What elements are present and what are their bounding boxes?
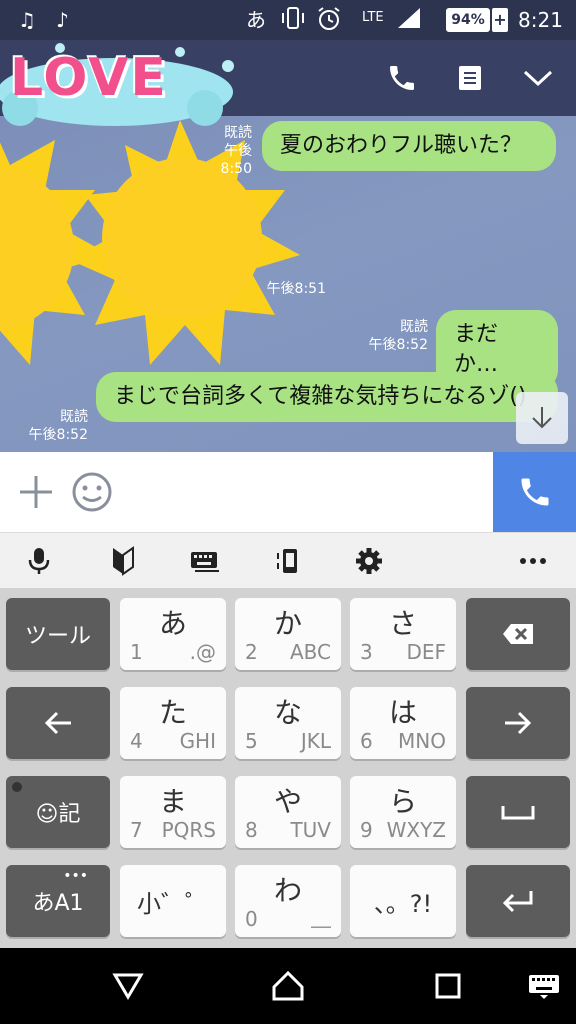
enter-key[interactable] xyxy=(466,865,570,937)
call-button[interactable] xyxy=(493,452,576,532)
arrow-left-icon xyxy=(44,711,71,735)
backspace-key[interactable] xyxy=(466,598,570,670)
navigation-bar xyxy=(0,948,576,1024)
emoji-symbol-key[interactable]: ☺記 xyxy=(6,776,110,848)
space-key[interactable] xyxy=(466,776,570,848)
scroll-down-button[interactable] xyxy=(516,392,568,444)
alarm-icon xyxy=(316,6,342,39)
battery-level: 94% xyxy=(446,8,490,32)
signal-icon xyxy=(396,6,422,37)
mode-key-label: あA1 xyxy=(32,891,84,916)
recents-icon[interactable] xyxy=(428,966,468,1006)
message-time: 午後8:52 xyxy=(368,337,428,353)
message-time: 午後8:52 xyxy=(28,427,88,443)
key-ta[interactable]: た 4 GHI xyxy=(120,687,226,759)
status-bar: ♫ ♪ あ LTE 94% + 8:21 xyxy=(0,0,576,40)
message-bubble[interactable]: まじで台詞多くて複雑な気持ちになるゾ() xyxy=(96,372,558,422)
ime-toolbar xyxy=(0,532,576,588)
message-meta: 既読 午後8:52 xyxy=(360,318,428,354)
chat-area[interactable]: 既読 午後8:50 夏のおわりフル聴いた？ 午後8:51 既読 午後8:52 ま… xyxy=(0,116,576,452)
tool-key-label: ツール xyxy=(24,624,91,649)
emoji-key-label: ☺記 xyxy=(35,802,81,827)
back-icon[interactable] xyxy=(108,966,148,1006)
left-arrow-key[interactable] xyxy=(6,687,110,759)
chevron-down-icon[interactable] xyxy=(518,58,558,98)
clock: 8:21 xyxy=(518,8,563,32)
message-meta: 既読 午後8:52 xyxy=(20,408,88,444)
backspace-icon xyxy=(503,624,533,644)
input-mode-key[interactable]: ••• あA1 xyxy=(6,865,110,937)
plus-icon[interactable] xyxy=(16,472,56,512)
key-a[interactable]: あ 1 .@ xyxy=(120,598,226,670)
love-text: LOVE xyxy=(10,48,168,108)
tool-key[interactable]: ツール xyxy=(6,598,110,670)
phone-icon xyxy=(521,478,548,506)
keyboard-icon[interactable] xyxy=(524,966,564,1006)
right-arrow-key[interactable] xyxy=(466,687,570,759)
sticker-message-time: 午後8:51 xyxy=(266,281,326,297)
key-ma[interactable]: ま 7 PQRS xyxy=(120,776,226,848)
shazam-icon: ♪ xyxy=(56,8,69,32)
network-type: LTE xyxy=(362,10,384,25)
charging-icon: + xyxy=(492,8,508,32)
phone-shake-icon[interactable] xyxy=(272,545,306,577)
key-ya[interactable]: や 8 TUV xyxy=(235,776,341,848)
key-punctuation[interactable]: 、。?! xyxy=(350,865,456,937)
enter-icon xyxy=(502,891,533,913)
read-receipt: 既読 xyxy=(60,409,88,425)
vibrate-icon xyxy=(280,6,306,37)
message-input-bar xyxy=(0,452,576,532)
key-ka[interactable]: か 2 ABC xyxy=(235,598,341,670)
more-icon[interactable] xyxy=(516,545,550,577)
arrow-right-icon xyxy=(505,711,532,735)
key-sa[interactable]: さ 3 DEF xyxy=(350,598,456,670)
key-dakuten[interactable]: 小゛゜ xyxy=(120,865,226,937)
phone-icon[interactable] xyxy=(382,58,422,98)
message-time: 午後8:50 xyxy=(220,143,252,177)
message-bubble[interactable]: 夏のおわりフル聴いた？ xyxy=(262,121,556,171)
microphone-icon[interactable] xyxy=(22,545,56,577)
gear-icon[interactable] xyxy=(352,545,386,577)
key-na[interactable]: な 5 JKL xyxy=(235,687,341,759)
read-receipt: 既読 xyxy=(400,319,428,335)
notes-icon[interactable] xyxy=(450,58,490,98)
ime-indicator: あ xyxy=(246,8,266,32)
key-wa[interactable]: わ 0 ＿ xyxy=(235,865,341,937)
key-ra[interactable]: ら 9 WXYZ xyxy=(350,776,456,848)
music-icon: ♫ xyxy=(18,8,36,32)
key-ha[interactable]: は 6 MNO xyxy=(350,687,456,759)
flick-keyboard: ツール ☺記 ••• あA1 あ 1 .@ か 2 ABC さ 3 DEF た … xyxy=(0,588,576,948)
space-icon xyxy=(501,806,535,820)
message-meta: 既読 午後8:50 xyxy=(196,124,252,178)
emoji-icon[interactable] xyxy=(70,470,114,514)
love-sticker: LOVE xyxy=(0,38,240,130)
beginner-mark-icon[interactable] xyxy=(106,545,140,577)
keyboard-switch-icon[interactable] xyxy=(188,545,222,577)
home-icon[interactable] xyxy=(268,966,308,1006)
arrow-down-icon xyxy=(532,407,552,429)
